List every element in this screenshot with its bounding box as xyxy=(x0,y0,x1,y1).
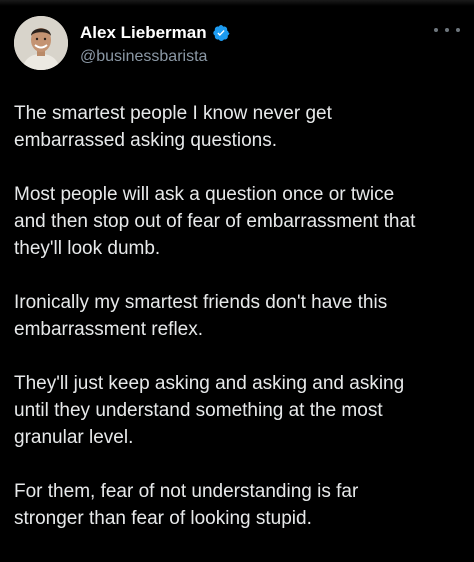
tweet-paragraph: The smartest people I know never get emb… xyxy=(14,103,332,151)
avatar[interactable] xyxy=(14,16,68,70)
more-dot xyxy=(445,28,449,32)
author-name-row: Alex Lieberman xyxy=(80,22,230,44)
tweet-paragraph: Ironically my smartest friends don't hav… xyxy=(14,292,388,340)
author-handle[interactable]: @businessbarista xyxy=(80,48,207,66)
tweet-paragraph: Most people will ask a question once or … xyxy=(14,184,416,259)
avatar-photo xyxy=(14,16,68,70)
tweet-header: Alex Lieberman @businessbarista xyxy=(14,16,460,72)
tweet-paragraph: They'll just keep asking and asking and … xyxy=(14,373,405,448)
author-display-name[interactable]: Alex Lieberman xyxy=(80,23,207,43)
verified-badge-icon xyxy=(212,24,230,42)
tweet-text: The smartest people I know never get emb… xyxy=(14,100,466,559)
more-options-icon[interactable] xyxy=(434,22,460,38)
tweet-paragraph: For them, fear of not understanding is f… xyxy=(14,481,359,529)
more-dot xyxy=(456,28,460,32)
top-edge-strip xyxy=(0,0,474,6)
more-dot xyxy=(434,28,438,32)
